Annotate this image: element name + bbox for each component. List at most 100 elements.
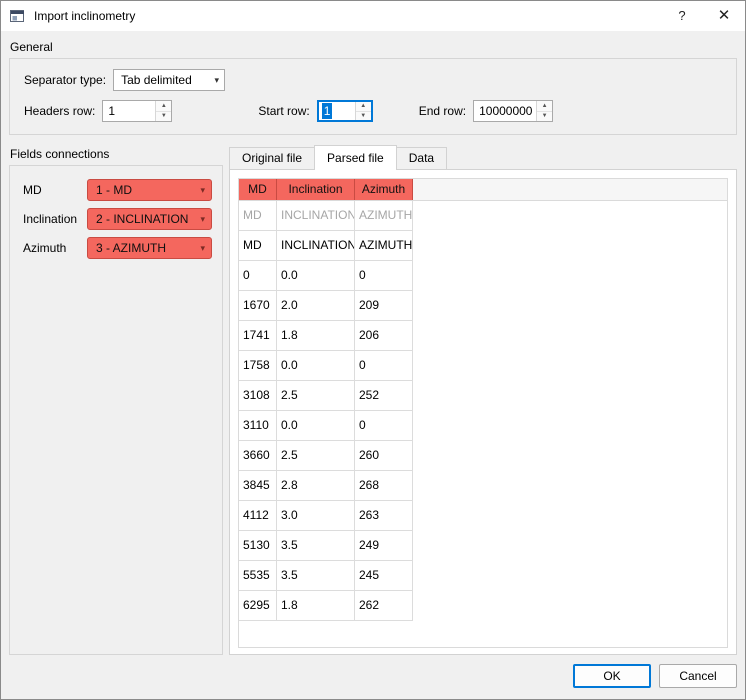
table-cell[interactable]: 260 (355, 441, 413, 470)
table-cell[interactable]: 0 (239, 261, 277, 290)
table-cell[interactable]: 0 (355, 411, 413, 440)
end-row-spinbox[interactable]: 10000000 ▲ ▼ (473, 100, 554, 122)
end-row-label: End row: (418, 104, 467, 118)
table-cell[interactable]: 2.5 (277, 441, 355, 470)
table-row[interactable]: 4112 3.0 263 (239, 501, 413, 531)
table-cell[interactable]: 263 (355, 501, 413, 530)
parsed-file-panel: MD Inclination Azimuth MD INCLINATION AZIM… (229, 169, 737, 655)
main-area: Fields connections MD 1 - MD ▾ Inclinati… (9, 145, 737, 655)
azimuth-combobox[interactable]: 3 - AZIMUTH ▾ (87, 237, 212, 259)
dialog-footer: OK Cancel (9, 655, 737, 694)
table-cell[interactable]: 1.8 (277, 321, 355, 350)
table-row[interactable]: 3110 0.0 0 (239, 411, 413, 441)
inclination-combobox[interactable]: 2 - INCLINATION ▾ (87, 208, 212, 230)
table-cell[interactable]: 0.0 (277, 351, 355, 380)
table-cell[interactable]: AZIMUTH (355, 201, 413, 230)
table-row[interactable]: MD INCLINATION AZIMUTH (239, 231, 413, 261)
table-cell[interactable]: INCLINATION (277, 201, 355, 230)
dialog-content: General Separator type: Tab delimited ▾ … (1, 31, 745, 699)
rows-settings-row: Headers row: 1 ▲ ▼ Start row: 1 ▲ ▼ End … (24, 100, 724, 122)
table-cell[interactable]: 3.5 (277, 561, 355, 590)
ok-button[interactable]: OK (573, 664, 651, 688)
table-cell[interactable]: 3108 (239, 381, 277, 410)
column-header-md[interactable]: MD (239, 179, 277, 200)
table-cell[interactable]: 4112 (239, 501, 277, 530)
help-button[interactable]: ? (661, 1, 703, 31)
table-cell[interactable]: 0.0 (277, 411, 355, 440)
spin-down-icon[interactable]: ▼ (356, 112, 371, 121)
table-row[interactable]: 5535 3.5 245 (239, 561, 413, 591)
table-cell[interactable]: 2.5 (277, 381, 355, 410)
spin-down-icon[interactable]: ▼ (537, 112, 552, 122)
table-cell[interactable]: 209 (355, 291, 413, 320)
table-row[interactable]: 0 0.0 0 (239, 261, 413, 291)
md-label: MD (23, 183, 42, 197)
table-cell[interactable]: 0.0 (277, 261, 355, 290)
table-cell[interactable]: 3660 (239, 441, 277, 470)
table-cell[interactable]: MD (239, 201, 277, 230)
table-cell[interactable]: MD (239, 231, 277, 260)
table-row[interactable]: 5130 3.5 249 (239, 531, 413, 561)
table-cell[interactable]: 2.8 (277, 471, 355, 500)
table-cell[interactable]: 3.0 (277, 501, 355, 530)
separator-type-combobox[interactable]: Tab delimited ▾ (113, 69, 226, 91)
table-cell[interactable]: 268 (355, 471, 413, 500)
headers-row-spinbox[interactable]: 1 ▲ ▼ (102, 100, 173, 122)
md-combobox[interactable]: 1 - MD ▾ (87, 179, 212, 201)
table-cell[interactable]: 0 (355, 351, 413, 380)
table-cell[interactable]: 252 (355, 381, 413, 410)
table-cell[interactable]: 249 (355, 531, 413, 560)
table-cell[interactable]: 262 (355, 591, 413, 620)
table-row[interactable]: 3845 2.8 268 (239, 471, 413, 501)
table-cell[interactable]: 3845 (239, 471, 277, 500)
column-header-azimuth[interactable]: Azimuth (355, 179, 413, 200)
table-cell[interactable]: 5130 (239, 531, 277, 560)
table-cell[interactable]: 206 (355, 321, 413, 350)
table-cell[interactable]: 1.8 (277, 591, 355, 620)
table-row[interactable]: 3660 2.5 260 (239, 441, 413, 471)
table-cell[interactable]: 1758 (239, 351, 277, 380)
chevron-down-icon: ▾ (200, 242, 205, 253)
table-cell[interactable]: 3110 (239, 411, 277, 440)
md-field-row: MD 1 - MD ▾ (23, 179, 212, 201)
table-cell[interactable]: 3.5 (277, 531, 355, 560)
start-row-spinbox[interactable]: 1 ▲ ▼ (316, 100, 373, 122)
spin-up-icon[interactable]: ▲ (156, 101, 172, 112)
spin-up-icon[interactable]: ▲ (537, 101, 553, 112)
fields-connections-section: Fields connections MD 1 - MD ▾ Inclinati… (9, 145, 223, 655)
spin-up-icon[interactable]: ▲ (355, 102, 371, 112)
table-cell[interactable]: 245 (355, 561, 413, 590)
table-row[interactable]: 1741 1.8 206 (239, 321, 413, 351)
azimuth-label: Azimuth (23, 241, 67, 255)
table-cell[interactable]: 2.0 (277, 291, 355, 320)
table-cell[interactable]: AZIMUTH (355, 231, 413, 260)
table-cell[interactable]: INCLINATION (277, 231, 355, 260)
tab-data[interactable]: Data (395, 147, 448, 169)
close-button[interactable]: ✕ (703, 1, 745, 31)
table-row[interactable]: MD INCLINATION AZIMUTH (239, 201, 413, 231)
column-header-inclination[interactable]: Inclination (277, 179, 355, 200)
table-row[interactable]: 1758 0.0 0 (239, 351, 413, 381)
table-row[interactable]: 1670 2.0 209 (239, 291, 413, 321)
table-cell[interactable]: 6295 (239, 591, 277, 620)
table-row[interactable]: 3108 2.5 252 (239, 381, 413, 411)
start-row-value: 1 (319, 102, 355, 120)
table-cell[interactable]: 0 (355, 261, 413, 290)
start-row-label: Start row: (258, 104, 310, 118)
table-row[interactable]: 6295 1.8 262 (239, 591, 413, 621)
separator-row: Separator type: Tab delimited ▾ (24, 69, 724, 91)
spin-down-icon[interactable]: ▼ (156, 112, 171, 122)
tabbar: Original file Parsed file Data (229, 145, 737, 170)
fields-connections-groupbox: MD 1 - MD ▾ Inclination 2 - INCLINATION … (9, 165, 223, 655)
table-cell[interactable]: 1670 (239, 291, 277, 320)
separator-type-value: Tab delimited (121, 73, 192, 87)
fields-connections-label: Fields connections (10, 147, 110, 161)
table-cell[interactable]: 1741 (239, 321, 277, 350)
cancel-button[interactable]: Cancel (659, 664, 737, 688)
tab-original-file[interactable]: Original file (229, 147, 316, 169)
table-header-row: MD Inclination Azimuth (239, 179, 727, 201)
tab-parsed-file[interactable]: Parsed file (314, 145, 397, 170)
table-cell[interactable]: 5535 (239, 561, 277, 590)
headers-row-value: 1 (108, 104, 116, 118)
general-group-label: General (10, 40, 53, 54)
